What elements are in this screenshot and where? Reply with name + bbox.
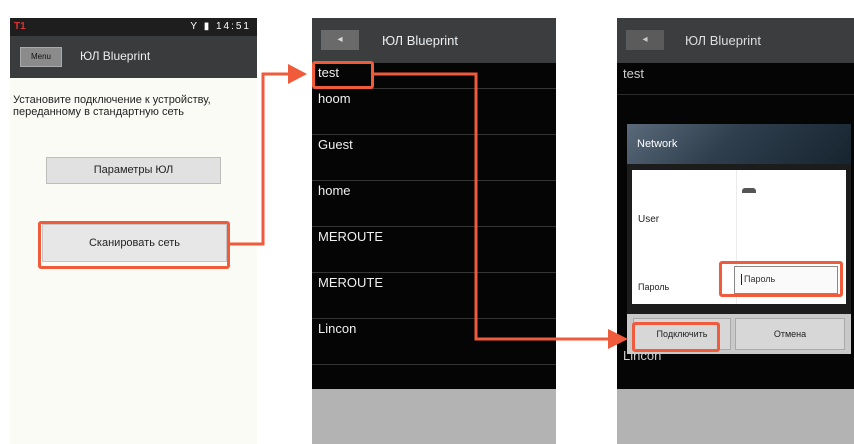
arrow-head-2 xyxy=(608,329,628,349)
arrow-line-2 xyxy=(374,72,608,341)
annotation-arrows xyxy=(230,64,628,349)
arrow-line-1 xyxy=(230,72,290,246)
arrow-head-1 xyxy=(288,64,307,84)
